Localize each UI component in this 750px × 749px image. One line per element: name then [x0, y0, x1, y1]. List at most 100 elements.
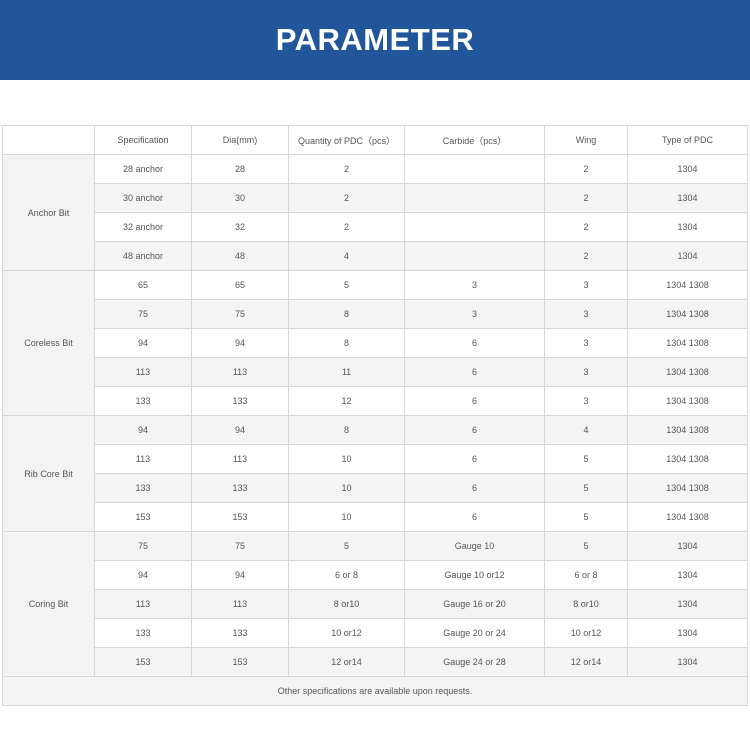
- table-cell: [404, 212, 545, 242]
- table-cell: 153: [94, 647, 192, 677]
- table-cell: 6: [404, 357, 545, 387]
- table-cell: 75: [94, 531, 192, 561]
- table-row: 48 anchor 48 4 2 1304: [3, 241, 748, 271]
- table-row: Rib Core Bit 94 94 8 6 4 1304 1308: [2, 415, 748, 532]
- parameter-table: Specification Dia(mm) Quantity of PDC（pcs）…: [2, 125, 748, 706]
- table-row: Coring Bit 75 75 5 Gauge 10 5 1304: [2, 531, 748, 677]
- table-cell: 6: [404, 473, 545, 503]
- table-cell: 5: [288, 531, 405, 561]
- table-cell: 6: [404, 386, 545, 416]
- column-header: Wing: [544, 125, 628, 155]
- table-cell: 8: [288, 328, 405, 358]
- table-cell: 113: [191, 589, 289, 619]
- table-cell: 6: [404, 328, 545, 358]
- table-cell: 32 anchor: [94, 212, 192, 242]
- table-cell: 133: [191, 386, 289, 416]
- table-cell: 10: [288, 473, 405, 503]
- table-row: 32 anchor 32 2 2 1304: [3, 212, 748, 242]
- table-cell: 113: [94, 589, 192, 619]
- table-cell: 113: [94, 357, 192, 387]
- table-cell: 1304 1308: [627, 386, 748, 416]
- table-cell: 48: [191, 241, 289, 271]
- table-cell: 5: [544, 531, 628, 561]
- table-row: 113 113 8 or10 Gauge 16 or 20 8 or10 1304: [3, 589, 748, 619]
- table-cell: 75: [191, 531, 289, 561]
- table-cell: 10: [288, 502, 405, 532]
- table-cell: Gauge 10 or12: [404, 560, 545, 590]
- table-cell: 5: [544, 502, 628, 532]
- category-cell: Coreless Bit: [2, 270, 95, 416]
- table-cell: 48 anchor: [94, 241, 192, 271]
- table-cell: 75: [94, 299, 192, 329]
- table-cell: 1304: [627, 618, 748, 648]
- table-cell: 153: [191, 647, 289, 677]
- table-cell: 65: [94, 270, 192, 300]
- table-cell: 4: [288, 241, 405, 271]
- table-cell: [404, 154, 545, 184]
- table-cell: 65: [191, 270, 289, 300]
- table-cell: 133: [94, 618, 192, 648]
- table-cell: Gauge 16 or 20: [404, 589, 545, 619]
- table-cell: 3: [544, 357, 628, 387]
- table-cell: 6: [404, 415, 545, 445]
- table-cell: 113: [94, 444, 192, 474]
- table-cell: 5: [288, 270, 405, 300]
- table-cell: 8: [288, 299, 405, 329]
- table-cell: 11: [288, 357, 405, 387]
- table-cell: 94: [191, 560, 289, 590]
- table-cell: Gauge 10: [404, 531, 545, 561]
- table-cell: 2: [288, 183, 405, 213]
- table-row: 133 133 12 6 3 1304 1308: [3, 386, 748, 416]
- table-row: Anchor Bit 28 anchor 28 2 2 1304: [2, 154, 748, 271]
- page-title: PARAMETER: [275, 22, 475, 57]
- table-cell: 1304: [627, 560, 748, 590]
- table-row: 94 94 8 6 3 1304 1308: [3, 328, 748, 358]
- column-header: Dia(mm): [191, 125, 289, 155]
- table-cell: 12 or14: [288, 647, 405, 677]
- table-cell: 3: [404, 270, 545, 300]
- category-cell: Anchor Bit: [2, 154, 95, 271]
- table-cell: 10 or12: [288, 618, 405, 648]
- table-cell: 4: [544, 415, 628, 445]
- table-cell: 133: [191, 473, 289, 503]
- table-body: Anchor Bit 28 anchor 28 2 2 1304 30 anchor 30 2 2…: [2, 154, 748, 706]
- table-row: 75 75 8 3 3 1304 1308: [3, 299, 748, 329]
- table-cell: 6 or 8: [544, 560, 628, 590]
- table-cell: 2: [544, 241, 628, 271]
- table-cell: 8 or10: [288, 589, 405, 619]
- table-cell: 1304: [627, 241, 748, 271]
- table-cell: 2: [288, 212, 405, 242]
- parameter-table-wrapper: Specification Dia(mm) Quantity of PDC（pcs）…: [2, 125, 748, 706]
- table-row: 30 anchor 30 2 2 1304: [3, 183, 748, 213]
- table-cell: 2: [544, 154, 628, 184]
- table-cell: 153: [191, 502, 289, 532]
- table-cell: [404, 241, 545, 271]
- footer-row: Other specifications are available upon …: [2, 676, 748, 706]
- table-cell: 133: [94, 473, 192, 503]
- table-cell: 1304 1308: [627, 415, 748, 445]
- table-cell: Gauge 20 or 24: [404, 618, 545, 648]
- table-row: 153 153 12 or14 Gauge 24 or 28 12 or14 1304: [3, 647, 748, 677]
- table-cell: 113: [191, 357, 289, 387]
- table-cell: 6 or 8: [288, 560, 405, 590]
- table-cell: 3: [404, 299, 545, 329]
- table-cell: 75: [191, 299, 289, 329]
- table-cell: 1304 1308: [627, 270, 748, 300]
- table-cell: 6: [404, 444, 545, 474]
- table-cell: 3: [544, 386, 628, 416]
- column-header: Carbide（pcs）: [404, 125, 545, 155]
- table-cell: 1304 1308: [627, 473, 748, 503]
- table-cell: 94: [94, 560, 192, 590]
- table-cell: 2: [288, 154, 405, 184]
- table-cell: 94: [191, 415, 289, 445]
- table-row: 113 113 11 6 3 1304 1308: [3, 357, 748, 387]
- table-cell: 113: [191, 444, 289, 474]
- table-row: 153 153 10 6 5 1304 1308: [3, 502, 748, 532]
- table-cell: 32: [191, 212, 289, 242]
- table-cell: 1304: [627, 647, 748, 677]
- table-cell: 10: [288, 444, 405, 474]
- column-header: Quantity of PDC（pcs）: [288, 125, 405, 155]
- table-cell: 1304: [627, 212, 748, 242]
- table-cell: 12 or14: [544, 647, 628, 677]
- table-row: Coreless Bit 65 65 5 3 3 1304 1308: [2, 270, 748, 416]
